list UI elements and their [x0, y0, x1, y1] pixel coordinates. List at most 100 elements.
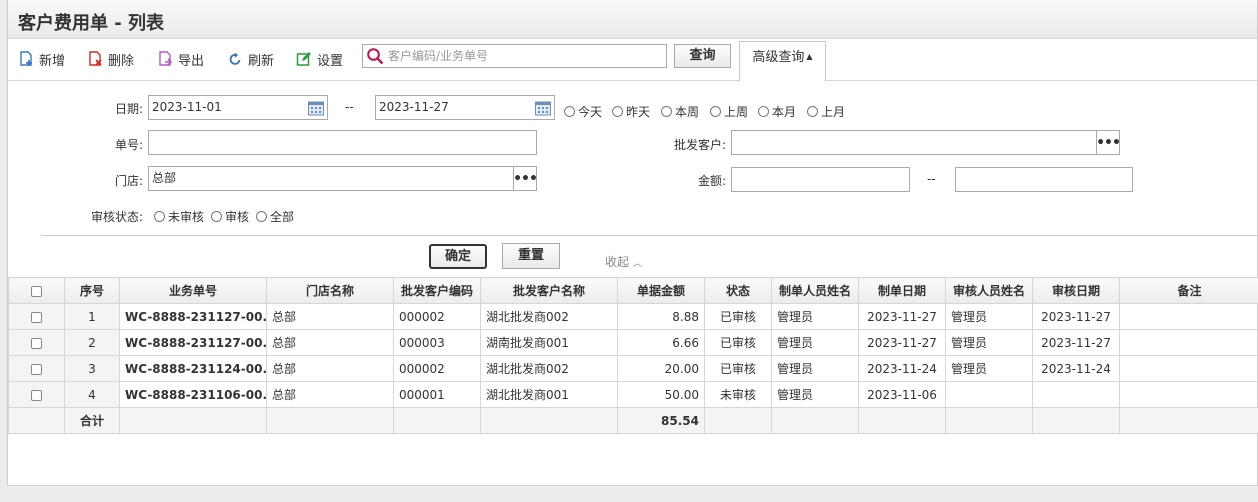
add-file-icon — [20, 51, 32, 66]
col-header[interactable]: 备注 — [1119, 277, 1258, 304]
calendar-icon[interactable] — [305, 96, 327, 119]
amount-max-input[interactable] — [955, 167, 1133, 192]
cell-status: 已审核 — [704, 303, 772, 330]
radio-audited-label: 审核 — [225, 210, 250, 224]
cell-amount: 6.66 — [617, 329, 705, 356]
table-row[interactable]: 3 WC-8888-231124-00... 总部 000002 湖北批发商00… — [8, 355, 1258, 382]
query-button[interactable]: 查询 — [674, 44, 731, 68]
row-number: 4 — [64, 381, 120, 408]
radio-circle — [564, 106, 575, 117]
search-box[interactable] — [362, 44, 667, 68]
more-dots-icon[interactable]: ••• — [1096, 131, 1121, 154]
order-link[interactable]: WC-8888-231124-00... — [119, 355, 267, 382]
store-value: 总部 — [152, 171, 177, 185]
col-header[interactable]: 批发客户编码 — [393, 277, 481, 304]
col-header[interactable]: 状态 — [704, 277, 772, 304]
refresh-button[interactable]: 刷新 — [227, 49, 274, 69]
col-header[interactable]: 业务单号 — [119, 277, 267, 304]
cell-audited: 2023-11-27 — [1032, 303, 1120, 330]
wholesale-customer-field[interactable]: ••• — [731, 130, 1121, 155]
col-header[interactable]: 制单人员姓名 — [771, 277, 859, 304]
reset-button[interactable]: 重置 — [502, 243, 560, 269]
date-to-field[interactable]: 2023-11-27 — [375, 95, 555, 120]
date-from-field[interactable]: 2023-11-01 — [148, 95, 328, 120]
radio-all-label: 全部 — [270, 210, 295, 224]
row-checkbox[interactable] — [31, 389, 42, 401]
cell-audited — [1032, 381, 1120, 408]
order-link[interactable]: WC-8888-231106-00... — [119, 381, 267, 408]
row-checkbox-cell[interactable] — [8, 381, 65, 408]
col-header[interactable]: 批发客户名称 — [480, 277, 618, 304]
row-checkbox-cell[interactable] — [8, 303, 65, 330]
select-all-checkbox[interactable] — [31, 285, 42, 297]
store-field[interactable]: 总部 ••• — [148, 166, 538, 191]
cell-amount: 50.00 — [617, 381, 705, 408]
radio-yesterday[interactable]: 昨天 — [612, 103, 650, 120]
order-link[interactable]: WC-8888-231127-00... — [119, 303, 267, 330]
confirm-button[interactable]: 确定 — [429, 244, 487, 269]
collapse-label: 收起 — [605, 255, 630, 269]
table-row[interactable]: 4 WC-8888-231106-00... 总部 000001 湖北批发商00… — [8, 381, 1258, 408]
radio-unaudited[interactable]: 未审核 — [154, 208, 204, 225]
add-label: 新增 — [39, 53, 66, 69]
col-header[interactable]: 序号 — [64, 277, 120, 304]
cell-status: 已审核 — [704, 329, 772, 356]
cell-code: 000002 — [393, 355, 481, 382]
row-checkbox[interactable] — [31, 337, 42, 349]
select-all-cell[interactable] — [8, 277, 65, 304]
radio-audited[interactable]: 审核 — [211, 208, 249, 225]
total-empty-cell — [1119, 407, 1258, 434]
radio-all[interactable]: 全部 — [256, 208, 294, 225]
radio-this-week[interactable]: 本周 — [661, 103, 699, 120]
radio-this-week-label: 本周 — [675, 105, 700, 119]
order-link[interactable]: WC-8888-231127-00... — [119, 329, 267, 356]
calendar-icon[interactable] — [532, 96, 554, 119]
row-checkbox-cell[interactable] — [8, 329, 65, 356]
cell-remark — [1119, 355, 1258, 382]
edit-settings-icon — [296, 52, 311, 66]
col-header[interactable]: 审核日期 — [1032, 277, 1120, 304]
advanced-query-button[interactable]: 高级查询 ▲ — [739, 41, 826, 82]
radio-today[interactable]: 今天 — [564, 103, 602, 120]
settings-button[interactable]: 设置 — [296, 49, 343, 69]
more-dots-icon[interactable]: ••• — [513, 167, 538, 190]
cell-name: 湖南批发商001 — [480, 329, 618, 356]
radio-last-week[interactable]: 上周 — [710, 103, 748, 120]
order-no-input[interactable] — [148, 130, 537, 155]
radio-last-month-label: 上月 — [821, 105, 846, 119]
cell-creator: 管理员 — [771, 303, 859, 330]
search-input[interactable] — [388, 49, 658, 63]
date-range-separator: -- — [345, 100, 354, 114]
cell-created: 2023-11-24 — [858, 355, 946, 382]
collapse-toggle[interactable]: 收起 ︿ — [605, 253, 642, 270]
col-header[interactable]: 制单日期 — [858, 277, 946, 304]
table-row[interactable]: 1 WC-8888-231127-00... 总部 000002 湖北批发商00… — [8, 303, 1258, 330]
amount-min-input[interactable] — [731, 167, 910, 192]
col-header[interactable]: 审核人员姓名 — [945, 277, 1033, 304]
export-button[interactable]: 导出 — [157, 49, 204, 69]
delete-button[interactable]: 删除 — [87, 49, 134, 69]
main-panel: 客户费用单 - 列表 新增 删除 导出 刷新 设置 查询 高级查询▲ — [7, 0, 1258, 486]
row-checkbox-cell[interactable] — [8, 355, 65, 382]
row-checkbox[interactable] — [31, 311, 42, 323]
radio-circle — [154, 211, 165, 222]
add-button[interactable]: 新增 — [18, 49, 65, 69]
cell-remark — [1119, 381, 1258, 408]
advanced-query-label: 高级查询 — [752, 50, 805, 65]
row-checkbox[interactable] — [31, 363, 42, 375]
toolbar: 新增 删除 导出 刷新 设置 查询 高级查询▲ — [8, 39, 1257, 82]
col-header[interactable]: 单据金额 — [617, 277, 705, 304]
store-label: 门店: — [114, 174, 143, 188]
total-empty-cell — [8, 407, 65, 434]
audit-status-label: 审核状态: — [90, 210, 143, 224]
cell-name: 湖北批发商001 — [480, 381, 618, 408]
radio-last-month[interactable]: 上月 — [807, 103, 845, 120]
cell-creator: 管理员 — [771, 381, 859, 408]
table-row[interactable]: 2 WC-8888-231127-00... 总部 000003 湖南批发商00… — [8, 329, 1258, 356]
radio-circle — [710, 106, 721, 117]
total-empty-cell — [771, 407, 859, 434]
col-header[interactable]: 门店名称 — [266, 277, 394, 304]
page-title: 客户费用单 - 列表 — [18, 13, 165, 34]
radio-unaudited-label: 未审核 — [168, 210, 205, 224]
radio-this-month[interactable]: 本月 — [758, 103, 796, 120]
